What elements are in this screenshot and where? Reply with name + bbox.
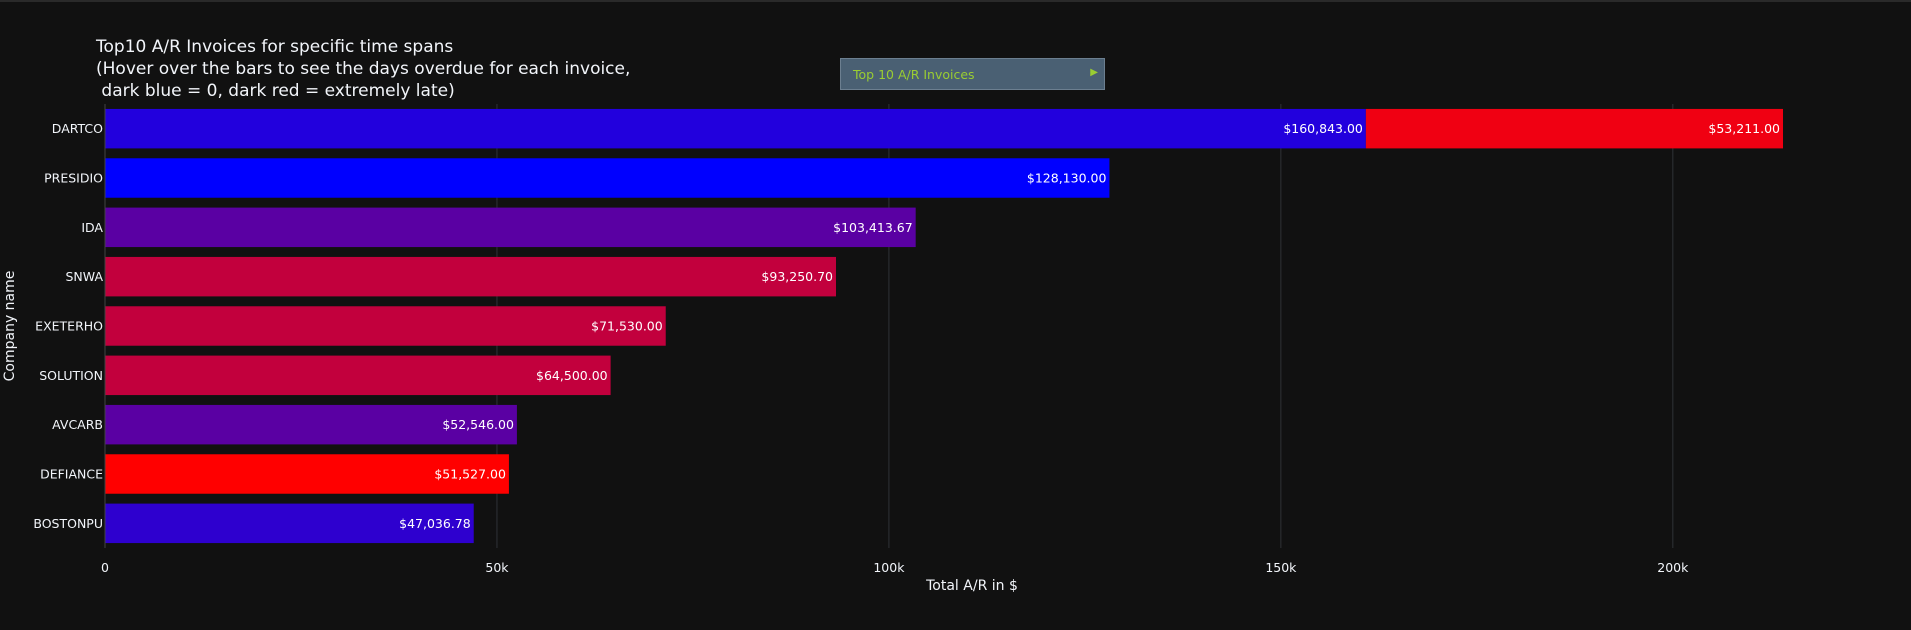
- bar-value-label: $160,843.00: [1283, 121, 1363, 136]
- y-tick-label: SNWA: [65, 269, 103, 284]
- bar-segment[interactable]: [105, 207, 916, 248]
- x-tick-label: 200k: [1657, 560, 1689, 575]
- bar-segment[interactable]: [105, 355, 611, 396]
- x-tick-label: 150k: [1265, 560, 1297, 575]
- bar-value-label: $64,500.00: [536, 368, 608, 383]
- y-tick-label: PRESIDIO: [44, 171, 103, 186]
- y-tick-label: DEFIANCE: [40, 467, 103, 482]
- bar-value-label: $103,413.67: [833, 220, 913, 235]
- bar-value-label: $93,250.70: [761, 269, 833, 284]
- bar-segment[interactable]: [105, 306, 666, 346]
- x-tick-label: 50k: [485, 560, 509, 575]
- y-tick-label: EXETERHO: [35, 319, 103, 334]
- x-tick-label: 100k: [873, 560, 905, 575]
- bar-segment[interactable]: [105, 256, 837, 297]
- x-tick-label: 0: [101, 560, 109, 575]
- y-tick-label: IDA: [81, 220, 103, 235]
- x-axis-title: Total A/R in $: [925, 578, 1018, 594]
- y-tick-label: BOSTONPU: [33, 516, 103, 531]
- bar-value-label: $52,546.00: [442, 417, 514, 432]
- y-axis-title: Company name: [2, 271, 18, 382]
- bar-value-label: $53,211.00: [1708, 121, 1780, 136]
- bar-value-label: $128,130.00: [1027, 171, 1107, 186]
- bar-chart: 0 50k 100k 150k 200k $160,843.00 $53,211.00 DAR…: [2, 104, 1783, 594]
- bar-value-label: $51,527.00: [434, 467, 506, 482]
- bar-value-label: $71,530.00: [591, 319, 663, 334]
- bar-value-label: $47,036.78: [399, 516, 471, 531]
- bar-segment[interactable]: [105, 108, 1366, 149]
- y-tick-label: AVCARB: [52, 417, 103, 432]
- y-tick-label: SOLUTION: [39, 368, 103, 383]
- y-tick-label: DARTCO: [52, 121, 103, 136]
- bar-segment[interactable]: [105, 158, 1110, 198]
